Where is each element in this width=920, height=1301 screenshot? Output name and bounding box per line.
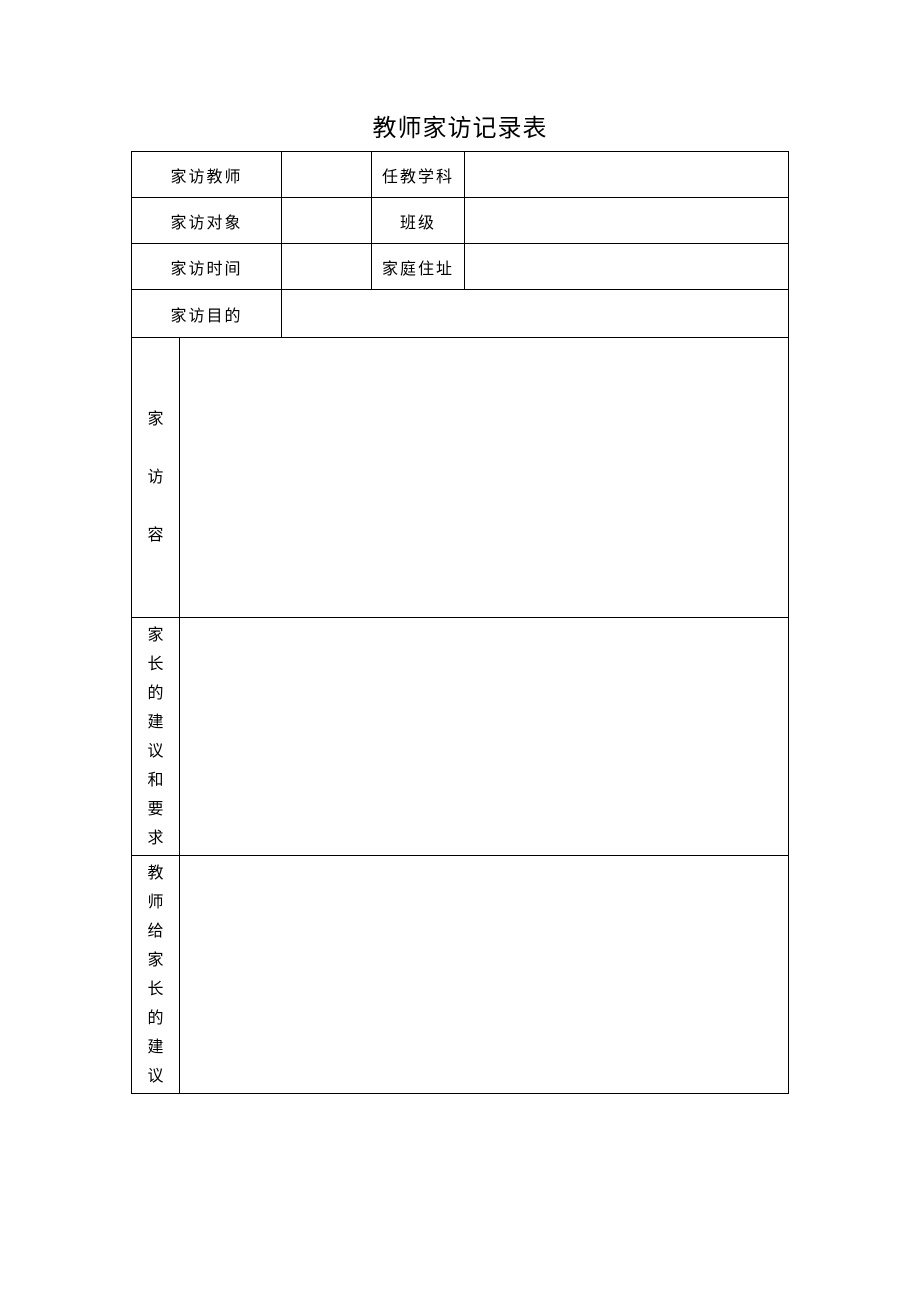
page-title: 教师家访记录表 <box>0 0 920 151</box>
label-visit-time: 家访时间 <box>132 244 282 290</box>
label-class: 班级 <box>372 198 465 244</box>
label-visit-purpose: 家访目的 <box>132 290 282 338</box>
value-visit-subject[interactable] <box>282 198 372 244</box>
label-parent-suggestion-text: 家长的建议和要求 <box>148 621 164 853</box>
row-teacher-advice: 教师给家长的建议 <box>132 856 789 1094</box>
row-visit-content: 家访容 <box>132 338 789 618</box>
row-time: 家访时间 家庭住址 <box>132 244 789 290</box>
value-visiting-teacher[interactable] <box>282 152 372 198</box>
value-visit-purpose[interactable] <box>282 290 789 338</box>
visit-record-table: 家访教师 任教学科 家访对象 班级 家访时间 家庭住址 家访目的 家访容 家长的… <box>131 151 789 1094</box>
label-visit-subject: 家访对象 <box>132 198 282 244</box>
label-address: 家庭住址 <box>372 244 465 290</box>
label-visit-content-text: 家访容 <box>148 391 164 565</box>
row-subject-person: 家访对象 班级 <box>132 198 789 244</box>
value-visit-time[interactable] <box>282 244 372 290</box>
value-subject[interactable] <box>465 152 789 198</box>
label-subject: 任教学科 <box>372 152 465 198</box>
value-visit-content[interactable] <box>180 338 789 618</box>
label-visiting-teacher: 家访教师 <box>132 152 282 198</box>
value-address[interactable] <box>465 244 789 290</box>
label-visit-content: 家访容 <box>132 338 180 618</box>
value-parent-suggestion[interactable] <box>180 618 789 856</box>
row-teacher: 家访教师 任教学科 <box>132 152 789 198</box>
row-purpose: 家访目的 <box>132 290 789 338</box>
value-teacher-advice[interactable] <box>180 856 789 1094</box>
row-parent-suggestion: 家长的建议和要求 <box>132 618 789 856</box>
label-teacher-advice-text: 教师给家长的建议 <box>148 859 164 1091</box>
value-class[interactable] <box>465 198 789 244</box>
label-parent-suggestion: 家长的建议和要求 <box>132 618 180 856</box>
label-teacher-advice: 教师给家长的建议 <box>132 856 180 1094</box>
